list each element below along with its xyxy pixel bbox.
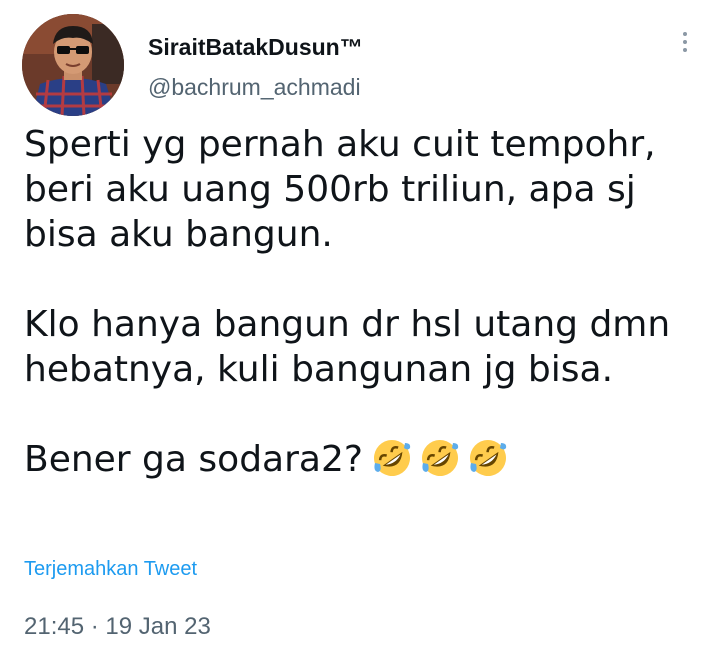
text-line: beri aku uang 500rb triliun, apa sj [24,169,636,210]
tweet-card: SiraitBatakDusun™ @bachrum_achmadi Spert… [0,0,720,658]
paragraph-3: Bener ga sodara2? [24,437,694,482]
dot [683,32,687,36]
tweet-date: 19 Jan 23 [105,613,211,640]
text-line: Bener ga sodara2? [24,439,363,480]
dot [683,48,687,52]
tweet-time: 21:45 [24,613,85,640]
text-line: Sperti yg pernah aku cuit tempohr, [24,124,656,165]
rolling-laughing-emoji-icon [373,440,411,476]
text-line: hebatnya, kuli bangunan jg bisa. [24,349,614,390]
paragraph-1: Sperti yg pernah aku cuit tempohr, beri … [24,122,694,257]
dot [683,40,687,44]
avatar-image [22,14,124,116]
tweet-timestamp[interactable]: 21:45 · 19 Jan 23 [24,612,211,642]
avatar[interactable] [22,14,124,116]
rolling-laughing-emoji-icon [469,440,507,476]
tweet-header: SiraitBatakDusun™ @bachrum_achmadi [22,14,698,118]
author-names: SiraitBatakDusun™ @bachrum_achmadi [148,32,363,102]
display-name[interactable]: SiraitBatakDusun™ [148,32,363,62]
paragraph-2: Klo hanya bangun dr hsl utang dmn hebatn… [24,302,694,392]
text-line: bisa aku bangun. [24,214,333,255]
translate-tweet-link[interactable]: Terjemahkan Tweet [24,556,197,582]
emoji-group [371,437,509,479]
text-line: Klo hanya bangun dr hsl utang dmn [24,304,671,345]
rolling-laughing-emoji-icon [421,440,459,476]
more-options-icon[interactable] [672,30,698,60]
tweet-text: Sperti yg pernah aku cuit tempohr, beri … [24,122,694,482]
username-handle[interactable]: @bachrum_achmadi [148,72,363,102]
separator-dot: · [90,613,99,640]
